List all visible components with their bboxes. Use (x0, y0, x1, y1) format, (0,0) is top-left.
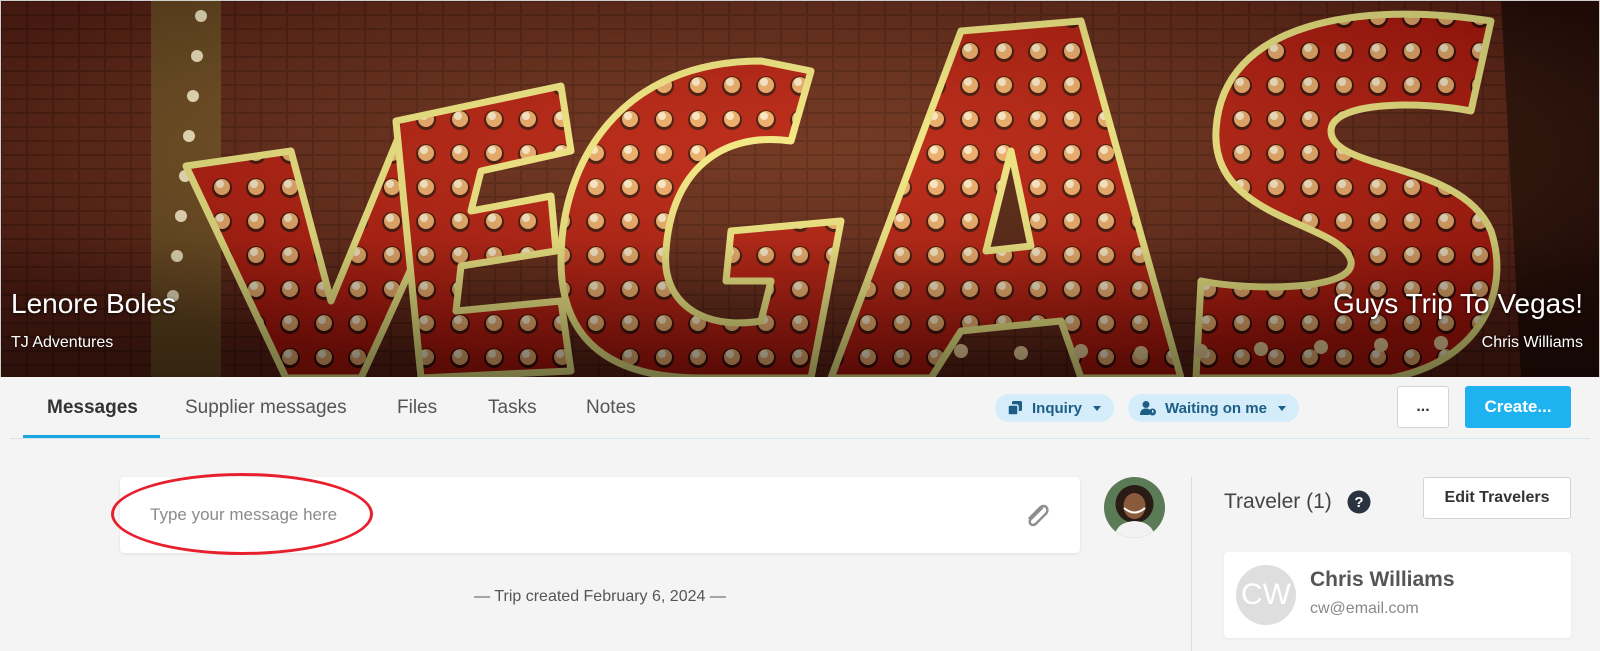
tab-files[interactable]: Files (397, 377, 437, 439)
panel-divider (1191, 477, 1192, 651)
trip-tab-bar: Messages Supplier messages Files Tasks N… (10, 377, 1590, 439)
create-button[interactable]: Create... (1465, 386, 1571, 428)
user-clock-icon (1140, 401, 1156, 416)
agency-name: TJ Adventures (11, 334, 114, 351)
more-actions-button[interactable]: ... (1397, 386, 1449, 428)
user-photo (1104, 477, 1165, 538)
client-name[interactable]: Lenore Boles (11, 288, 176, 320)
traveler-section-title: Traveler (1) (1224, 490, 1332, 513)
svg-text:?: ? (1354, 494, 1363, 511)
traveler-card[interactable]: CW Chris Williams cw@email.com (1224, 552, 1571, 638)
stage-dropdown[interactable]: Inquiry (995, 394, 1115, 422)
current-user-avatar[interactable] (1104, 477, 1165, 538)
trip-hero-banner: Lenore Boles TJ Adventures Guys Trip To … (0, 0, 1600, 377)
trip-owner: Chris Williams (1481, 334, 1583, 351)
traveler-email: cw@email.com (1310, 600, 1419, 617)
tab-messages[interactable]: Messages (47, 377, 138, 439)
active-tab-indicator (23, 435, 160, 438)
waiting-label: Waiting on me (1165, 399, 1267, 417)
copy-icon (1007, 401, 1022, 416)
paperclip-icon[interactable] (1020, 499, 1054, 533)
caret-down-icon (1277, 406, 1286, 411)
message-input[interactable] (150, 495, 990, 535)
traveler-avatar-initials: CW (1236, 565, 1296, 625)
message-composer (120, 477, 1080, 553)
tab-notes[interactable]: Notes (586, 377, 636, 439)
caret-down-icon (1093, 406, 1102, 411)
help-icon[interactable]: ? (1347, 490, 1371, 514)
tab-tasks[interactable]: Tasks (488, 377, 537, 439)
trip-created-note: — Trip created February 6, 2024 — (474, 588, 726, 605)
tab-supplier-messages[interactable]: Supplier messages (185, 377, 347, 439)
traveler-name: Chris Williams (1310, 568, 1455, 591)
waiting-on-dropdown[interactable]: Waiting on me (1128, 394, 1299, 422)
trip-title[interactable]: Guys Trip To Vegas! (1333, 288, 1583, 320)
edit-travelers-button[interactable]: Edit Travelers (1423, 477, 1571, 519)
stage-label: Inquiry (1032, 399, 1083, 417)
